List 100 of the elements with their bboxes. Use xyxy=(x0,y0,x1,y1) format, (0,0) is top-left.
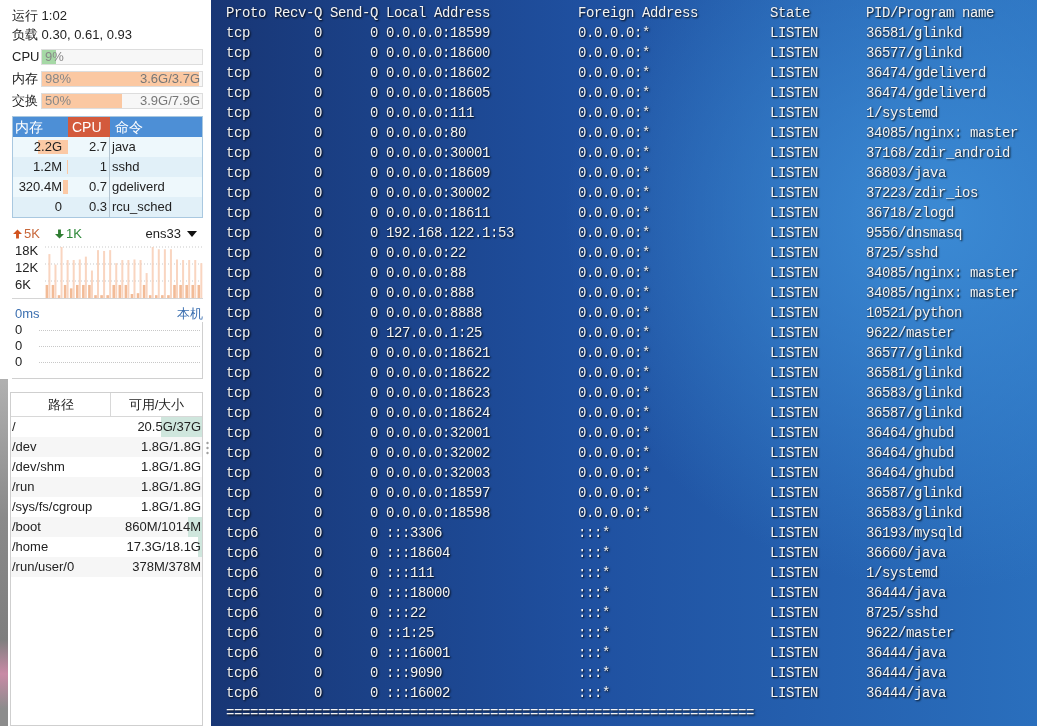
proto-cell: tcp6 xyxy=(226,565,258,581)
program-cell: 36464/ghubd xyxy=(866,465,954,481)
local-address-cell: :::16001 xyxy=(386,645,450,661)
y-tick-label: 18K xyxy=(15,243,39,258)
state-cell: LISTEN xyxy=(770,345,818,361)
command-name: rcu_sched xyxy=(112,198,172,217)
latency-axis-label: 0 xyxy=(14,337,24,356)
column-header[interactable]: CPU xyxy=(68,117,110,137)
program-cell: 34085/nginx: master xyxy=(866,285,1019,301)
recv-q-cell: 0 xyxy=(314,445,322,461)
proto-cell: tcp6 xyxy=(226,545,258,561)
column-header: Local Address xyxy=(386,5,491,21)
send-q-cell: 0 xyxy=(370,85,378,101)
memory-value: 320.4M xyxy=(18,178,62,197)
column-header: PID/Program name xyxy=(866,5,995,21)
table-row[interactable]: /run 1.8G/1.8G xyxy=(11,477,202,497)
cpu-value: 2.7 xyxy=(88,138,107,157)
local-address-cell: 0.0.0.0:80 xyxy=(386,125,466,141)
proto-cell: tcp xyxy=(226,325,250,341)
recv-q-cell: 0 xyxy=(314,145,322,161)
column-header: Recv-Q xyxy=(274,5,322,21)
recv-q-cell: 0 xyxy=(314,605,322,621)
meter-detail: 3.9G/7.9G xyxy=(140,94,201,108)
column-header: Foreign Address xyxy=(578,5,699,21)
table-row[interactable]: /run/user/0 378M/378M xyxy=(11,557,202,577)
load-average-text: 负载 0.30, 0.61, 0.93 xyxy=(12,25,132,44)
proto-cell: tcp xyxy=(226,225,250,241)
program-cell: 1/systemd xyxy=(866,565,938,581)
send-q-cell: 0 xyxy=(370,425,378,441)
send-q-cell: 0 xyxy=(370,125,378,141)
memory-value: 1.2M xyxy=(33,158,62,177)
send-q-cell: 0 xyxy=(370,245,378,261)
foreign-address-cell: 0.0.0.0:* xyxy=(578,465,650,481)
table-row[interactable]: 0 0.3 rcu_sched xyxy=(13,197,202,217)
send-q-cell: 0 xyxy=(370,145,378,161)
state-cell: LISTEN xyxy=(770,325,818,341)
foreign-address-cell: 0.0.0.0:* xyxy=(578,45,650,61)
column-header: Proto xyxy=(226,5,266,21)
send-q-cell: 0 xyxy=(370,65,378,81)
recv-q-cell: 0 xyxy=(314,465,322,481)
local-address-cell: 0.0.0.0:18602 xyxy=(386,65,491,81)
program-cell: 36587/glinkd xyxy=(866,405,963,421)
recv-q-cell: 0 xyxy=(314,45,322,61)
foreign-address-cell: 0.0.0.0:* xyxy=(578,105,650,121)
splitter-grip-icon[interactable] xyxy=(206,441,209,455)
local-address-cell: 0.0.0.0:30001 xyxy=(386,145,491,161)
recv-q-cell: 0 xyxy=(314,685,322,701)
proto-cell: tcp xyxy=(226,345,250,361)
state-cell: LISTEN xyxy=(770,505,818,521)
state-cell: LISTEN xyxy=(770,425,818,441)
table-row[interactable]: /boot 860M/1014M xyxy=(11,517,202,537)
state-cell: LISTEN xyxy=(770,625,818,641)
state-cell: LISTEN xyxy=(770,565,818,581)
send-q-cell: 0 xyxy=(370,345,378,361)
memory-value: 0 xyxy=(54,198,62,217)
meter-percent: 50% xyxy=(44,94,72,108)
send-q-cell: 0 xyxy=(370,265,378,281)
recv-q-cell: 0 xyxy=(314,265,322,281)
send-q-cell: 0 xyxy=(370,505,378,521)
state-cell: LISTEN xyxy=(770,125,818,141)
caret-down-icon xyxy=(187,230,197,237)
recv-q-cell: 0 xyxy=(314,305,322,321)
local-address-cell: :::3306 xyxy=(386,525,442,541)
recv-q-cell: 0 xyxy=(314,625,322,641)
local-address-cell: 0.0.0.0:18599 xyxy=(386,25,491,41)
state-cell: LISTEN xyxy=(770,445,818,461)
mount-path: /sys/fs/cgroup xyxy=(12,498,93,517)
table-row[interactable]: / 20.5G/37G xyxy=(11,417,202,437)
proto-cell: tcp xyxy=(226,385,250,401)
local-address-cell: 0.0.0.0:18609 xyxy=(386,165,491,181)
interface-dropdown[interactable]: ens33 xyxy=(145,223,197,244)
table-row[interactable]: /home 17.3G/18.1G xyxy=(11,537,202,557)
mount-path: /home xyxy=(12,538,49,557)
foreign-address-cell: 0.0.0.0:* xyxy=(578,285,650,301)
state-cell: LISTEN xyxy=(770,185,818,201)
proto-cell: tcp6 xyxy=(226,685,258,701)
column-header[interactable]: 路径 xyxy=(11,393,111,416)
foreign-address-cell: 0.0.0.0:* xyxy=(578,305,650,321)
program-cell: 36660/java xyxy=(866,545,946,561)
mount-path: / xyxy=(12,418,16,437)
table-row[interactable]: /dev 1.8G/1.8G xyxy=(11,437,202,457)
program-cell: 8725/sshd xyxy=(866,605,938,621)
local-address-cell: 0.0.0.0:18624 xyxy=(386,405,491,421)
column-header[interactable]: 可用/大小 xyxy=(111,393,202,416)
local-address-cell: 0.0.0.0:32003 xyxy=(386,465,491,481)
program-cell: 36718/zlogd xyxy=(866,205,954,221)
program-cell: 36444/java xyxy=(866,645,946,661)
foreign-address-cell: 0.0.0.0:* xyxy=(578,225,650,241)
send-q-cell: 0 xyxy=(370,385,378,401)
foreign-address-cell: 0.0.0.0:* xyxy=(578,185,650,201)
state-cell: LISTEN xyxy=(770,25,818,41)
send-q-cell: 0 xyxy=(370,585,378,601)
state-cell: LISTEN xyxy=(770,605,818,621)
local-address-cell: 0.0.0.0:88 xyxy=(386,265,466,281)
download-rate: 1K xyxy=(65,224,82,243)
local-address-cell: 0.0.0.0:18623 xyxy=(386,385,491,401)
local-address-cell: 0.0.0.0:22 xyxy=(386,245,466,261)
table-row[interactable]: 1.2M 1 sshd xyxy=(13,157,202,177)
local-address-cell: 0.0.0.0:18621 xyxy=(386,345,491,361)
program-cell: 10521/python xyxy=(866,305,963,321)
